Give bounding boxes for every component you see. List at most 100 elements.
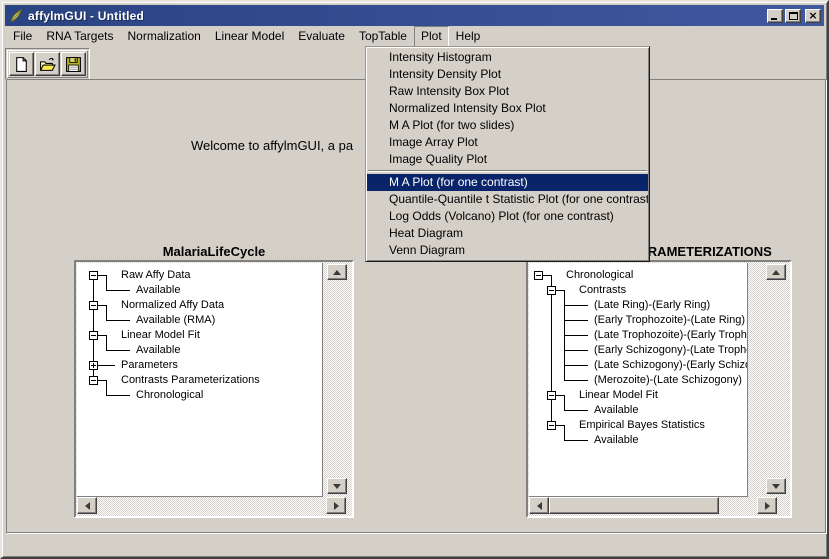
menu-item-raw-intensity-box-plot[interactable]: Raw Intensity Box Plot [367,83,648,100]
tree-item-available[interactable]: Available [136,343,180,358]
menubar-item-rna-targets[interactable]: RNA Targets [39,26,120,47]
tree-branch-line [97,365,115,366]
tree-branch-line [97,380,106,381]
menu-item-image-quality-plot[interactable]: Image Quality Plot [367,151,648,168]
tree-leaf-line [106,290,130,291]
right-tree-listbox[interactable]: ChronologicalContrasts(Late Ring)-(Early… [529,263,748,497]
left-tree-panel: Raw Affy DataAvailableNormalized Affy Da… [74,260,354,518]
right-vscroll-up-button[interactable] [766,264,786,280]
tree-leaf-line [106,350,130,351]
left-arrow-icon [85,502,90,510]
left-tree-listbox[interactable]: Raw Affy DataAvailableNormalized Affy Da… [77,263,323,497]
tree-item-late-ring-early-ring[interactable]: (Late Ring)-(Early Ring) [594,298,710,313]
tree-leaf-line [564,410,588,411]
menu-item-quantile-quantile-t-statistic-plot-for-one-contrast[interactable]: Quantile-Quantile t Statistic Plot (for … [367,191,648,208]
app-window: affylmGUI - Untitled × FileRNA TargetsNo… [0,0,829,559]
left-hscroll-left-button[interactable] [77,497,97,514]
tree-item-contrasts[interactable]: Contrasts [579,283,626,298]
tree-item-parameters[interactable]: Parameters [121,358,178,373]
tree-leaf-line [564,350,588,351]
tree-collapse-box[interactable] [547,421,556,430]
tree-collapse-box[interactable] [547,286,556,295]
menu-item-intensity-histogram[interactable]: Intensity Histogram [367,49,648,66]
left-vscroll-down-button[interactable] [327,478,347,494]
menu-item-heat-diagram[interactable]: Heat Diagram [367,225,648,242]
right-hscroll-right-button[interactable] [757,497,777,514]
tree-item-early-schizogony-late-trophozoite[interactable]: (Early Schizogony)-(Late Trophozoite) [594,343,748,358]
welcome-text: Welcome to affylmGUI, a pa [191,138,353,153]
down-arrow-icon [333,484,341,489]
tree-branch-line [555,290,564,291]
menubar-item-file[interactable]: File [6,26,39,47]
tree-item-contrasts-parameterizations[interactable]: Contrasts Parameterizations [121,373,260,388]
tree-leaf-line [564,380,588,381]
tree-item-empirical-bayes-statistics[interactable]: Empirical Bayes Statistics [579,418,705,433]
right-tree-frame: ChronologicalContrasts(Late Ring)-(Early… [528,262,790,516]
menubar-item-plot[interactable]: Plot [414,26,449,47]
plot-menu-popup: Intensity HistogramIntensity Density Plo… [365,46,650,262]
right-hscroll-left-button[interactable] [529,497,549,514]
new-file-button[interactable] [9,52,34,76]
tree-collapse-box[interactable] [89,301,98,310]
tree-collapse-box[interactable] [89,331,98,340]
tree-item-chronological[interactable]: Chronological [566,268,633,283]
tree-branch-line [106,275,107,290]
tree-branch-line [106,335,107,350]
tree-branch-line [555,395,564,396]
tree-item-normalized-affy-data[interactable]: Normalized Affy Data [121,298,224,313]
tree-collapse-box[interactable] [89,271,98,280]
menu-item-normalized-intensity-box-plot[interactable]: Normalized Intensity Box Plot [367,100,648,117]
left-panel-title: MalariaLifeCycle [74,244,354,259]
tree-collapse-box[interactable] [547,391,556,400]
menubar-item-normalization[interactable]: Normalization [121,26,208,47]
right-hscroll-thumb[interactable] [549,497,719,514]
left-hscroll-right-button[interactable] [326,497,346,514]
tree-collapse-box[interactable] [89,376,98,385]
tree-item-early-trophozoite-late-ring[interactable]: (Early Trophozoite)-(Late Ring) [594,313,745,328]
right-vscroll-down-button[interactable] [766,478,786,494]
tree-collapse-box[interactable] [534,271,543,280]
minimize-icon [771,18,777,20]
up-arrow-icon [772,270,780,275]
menubar-item-toptable[interactable]: TopTable [352,26,414,47]
tree-leaf-line [564,320,588,321]
window-title: affylmGUI - Untitled [28,9,767,23]
tree-branch-line [106,380,107,395]
tree-item-late-trophozoite-early-trophozoite[interactable]: (Late Trophozoite)-(Early Trophozoite) [594,328,748,343]
tree-item-linear-model-fit[interactable]: Linear Model Fit [121,328,200,343]
tree-item-available[interactable]: Available [594,433,638,448]
minimize-button[interactable] [767,9,783,23]
tree-item-available-rma[interactable]: Available (RMA) [136,313,215,328]
menu-item-m-a-plot-for-two-slides[interactable]: M A Plot (for two slides) [367,117,648,134]
app-feather-icon [8,8,24,24]
menubar-item-linear-model[interactable]: Linear Model [208,26,291,47]
tree-item-raw-affy-data[interactable]: Raw Affy Data [121,268,191,283]
tree-item-merozoite-late-schizogony[interactable]: (Merozoite)-(Late Schizogony) [594,373,742,388]
tree-branch-line [551,275,552,425]
menu-item-image-array-plot[interactable]: Image Array Plot [367,134,648,151]
tree-branch-line [97,305,106,306]
menubar-item-help[interactable]: Help [449,26,488,47]
menu-item-venn-diagram[interactable]: Venn Diagram [367,242,648,259]
tree-item-linear-model-fit[interactable]: Linear Model Fit [579,388,658,403]
title-bar[interactable]: affylmGUI - Untitled × [5,5,824,26]
left-vscroll-up-button[interactable] [327,264,347,280]
tree-branch-line [564,425,565,440]
save-file-button[interactable] [61,52,86,76]
right-arrow-icon [334,502,339,510]
tree-item-available[interactable]: Available [594,403,638,418]
left-arrow-icon [537,502,542,510]
tree-expand-box[interactable] [89,361,98,370]
menu-item-log-odds-volcano-plot-for-one-contrast[interactable]: Log Odds (Volcano) Plot (for one contras… [367,208,648,225]
close-button[interactable]: × [805,9,821,23]
menu-item-m-a-plot-for-one-contrast[interactable]: M A Plot (for one contrast) [367,174,648,191]
tree-item-chronological[interactable]: Chronological [136,388,203,403]
new-document-icon [13,56,30,73]
open-file-button[interactable] [35,52,60,76]
maximize-button[interactable] [785,9,801,23]
tree-item-available[interactable]: Available [136,283,180,298]
menu-item-intensity-density-plot[interactable]: Intensity Density Plot [367,66,648,83]
menubar-item-evaluate[interactable]: Evaluate [291,26,352,47]
tree-leaf-line [106,320,130,321]
tree-item-late-schizogony-early-schizogony[interactable]: (Late Schizogony)-(Early Schizogony) [594,358,748,373]
